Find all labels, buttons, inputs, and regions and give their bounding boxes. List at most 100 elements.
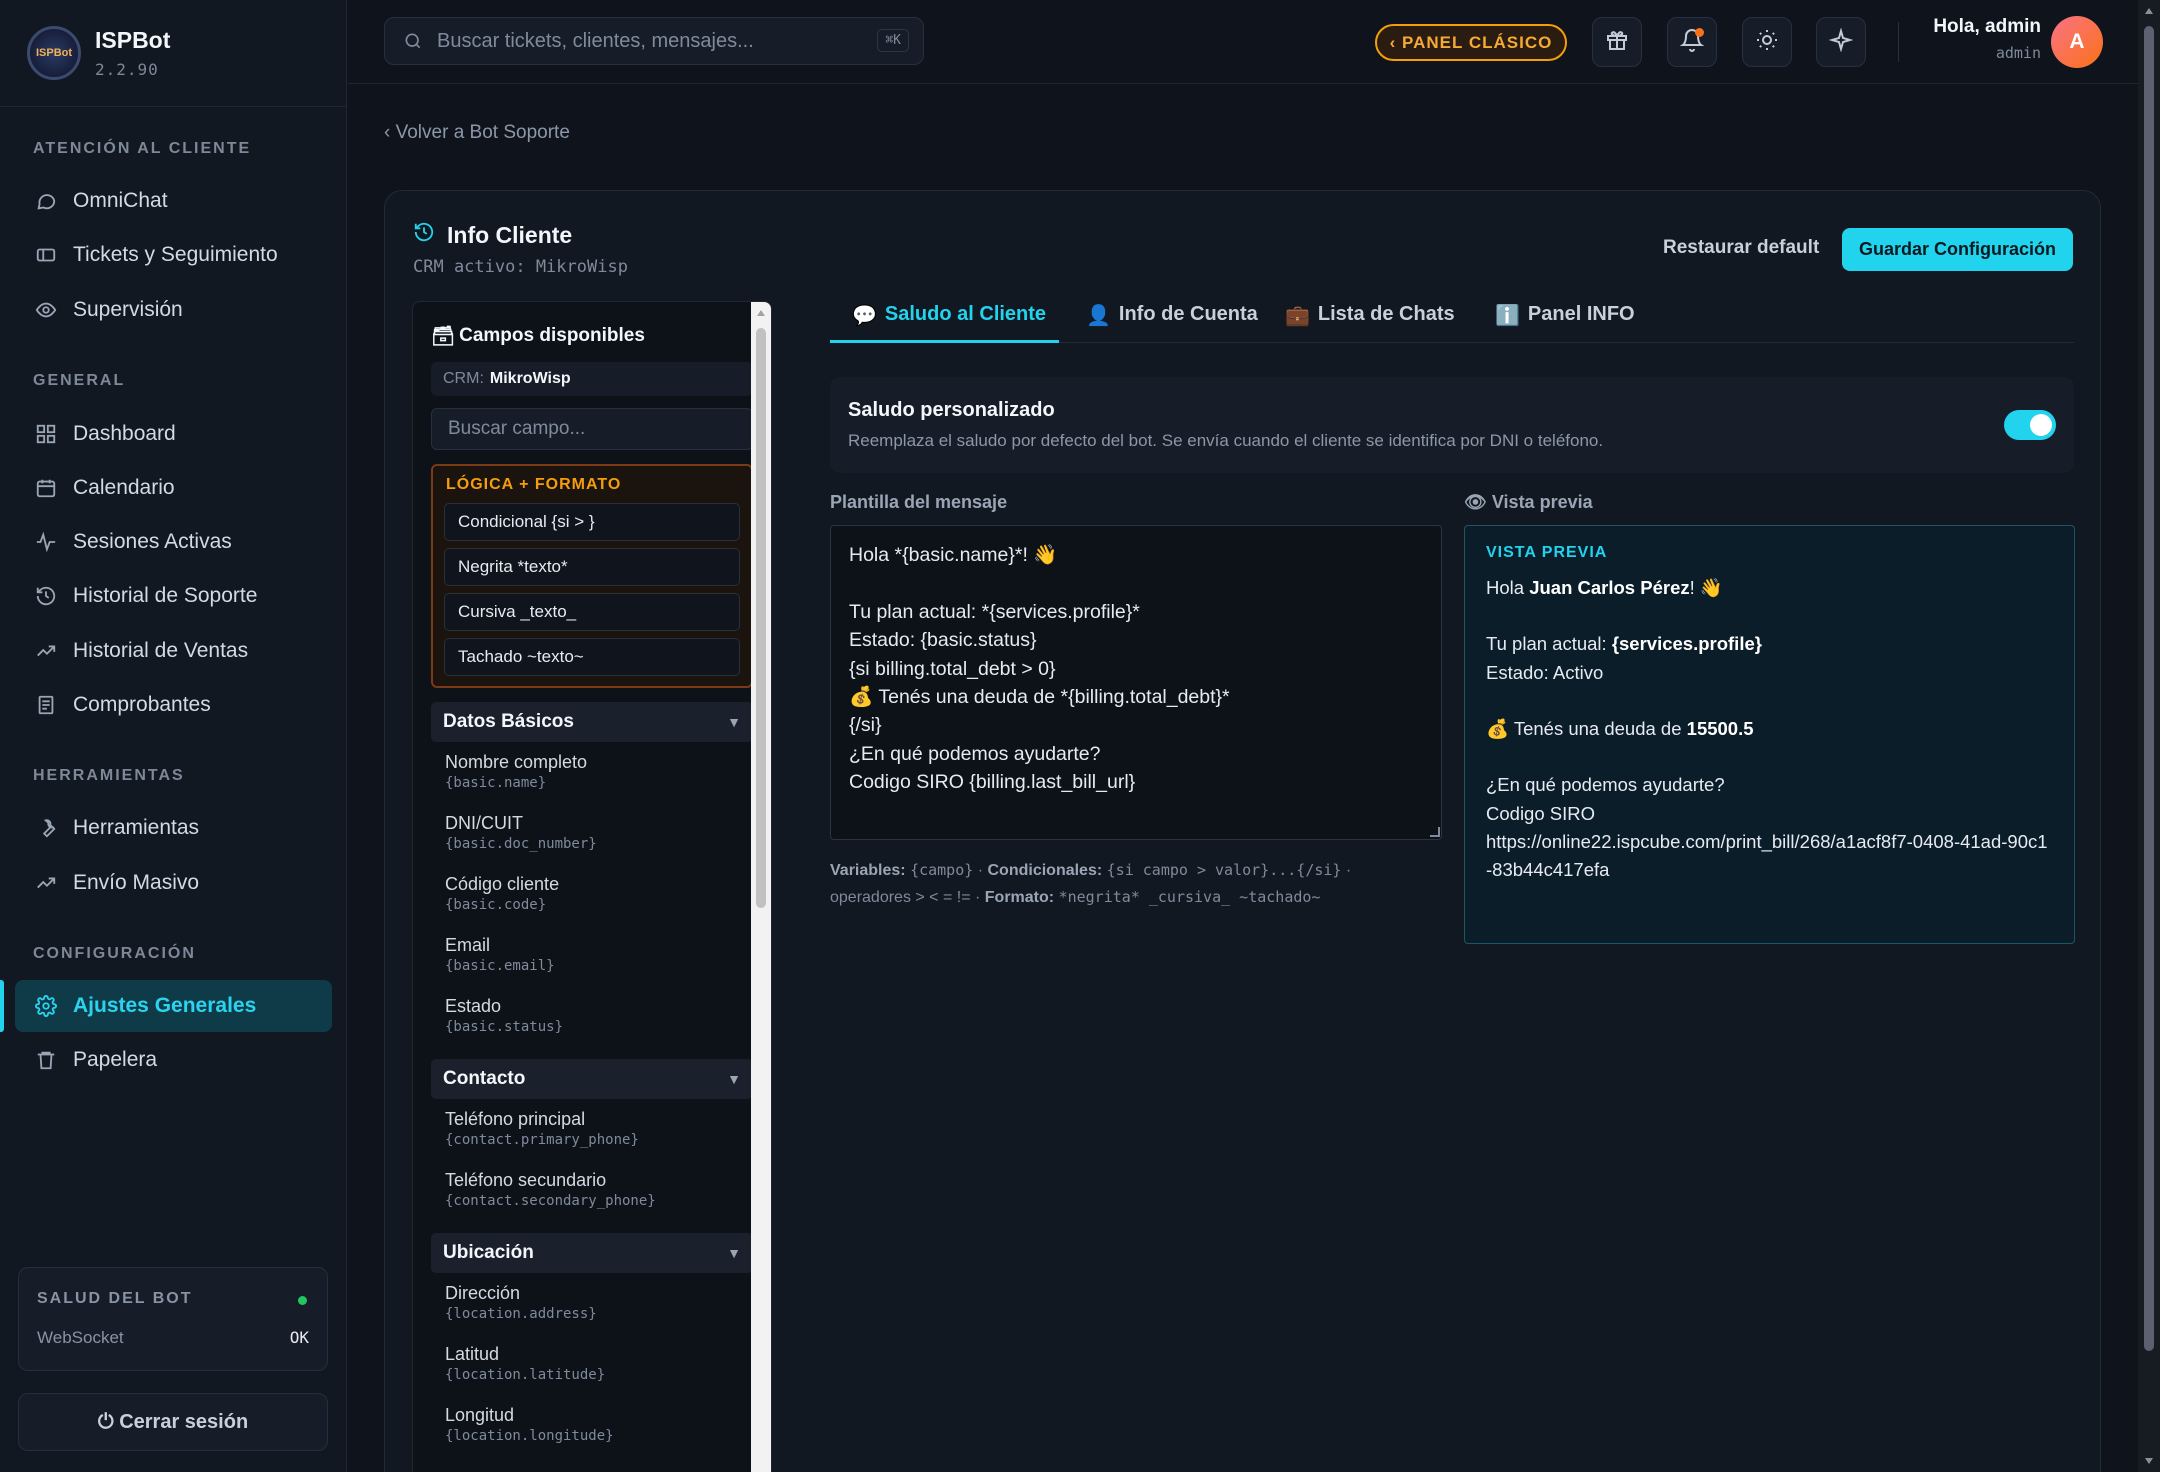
field-item[interactable]: Código cliente {basic.code} — [431, 864, 753, 925]
shortcut-badge: ⌘K — [877, 29, 909, 52]
logic-title: LÓGICA + FORMATO — [446, 476, 622, 493]
sidebar-item-envio-masivo[interactable]: Envío Masivo — [15, 857, 332, 909]
sidebar-item-label: Calendario — [73, 476, 175, 499]
logic-item-bold[interactable]: Negrita *texto* — [444, 548, 740, 586]
sidebar-item-historial-soporte[interactable]: Historial de Soporte — [15, 570, 332, 622]
field-item[interactable]: Latitud {location.latitude} — [431, 1334, 753, 1395]
trash-icon — [33, 1047, 59, 1073]
card-title: Info Cliente — [413, 221, 572, 249]
crm-indicator: CRM: MikroWisp — [431, 362, 753, 396]
field-search-input[interactable]: Buscar campo... — [431, 408, 753, 450]
sidebar-item-omnichat[interactable]: OmniChat — [15, 175, 332, 227]
chevron-down-icon: ▼ — [727, 714, 741, 730]
activity-icon — [33, 529, 59, 555]
greeting-toggle[interactable] — [2004, 410, 2056, 440]
sidebar-item-supervision[interactable]: Supervisión — [15, 284, 332, 336]
sidebar-item-label: Ajustes Generales — [73, 994, 257, 1017]
sidebar-item-label: Comprobantes — [73, 693, 211, 716]
greeting-description: Reemplaza el saludo por defecto del bot.… — [848, 431, 1604, 450]
notifications-button[interactable] — [1667, 17, 1717, 67]
search-placeholder: Buscar tickets, clientes, mensajes... — [437, 29, 754, 52]
sidebar-item-calendario[interactable]: Calendario — [15, 462, 332, 514]
tab-info-cuenta[interactable]: 👤 Info de Cuenta — [1086, 303, 1258, 343]
field-item[interactable]: Email {basic.email} — [431, 925, 753, 986]
sidebar-item-label: Envío Masivo — [73, 871, 200, 894]
template-textarea[interactable]: Hola *{basic.name}*! 👋 Tu plan actual: *… — [830, 525, 1442, 840]
logic-format-box: LÓGICA + FORMATO Condicional {si > } Neg… — [431, 464, 753, 688]
trending-icon — [33, 638, 59, 664]
theme-toggle-button[interactable] — [1742, 17, 1792, 67]
resize-handle[interactable] — [1430, 827, 1440, 837]
panel-clasico-button[interactable]: ‹ PANEL CLÁSICO — [1375, 24, 1567, 61]
scrollbar-thumb[interactable] — [756, 328, 766, 908]
logout-button[interactable]: ⏻ Cerrar sesión — [18, 1393, 328, 1451]
group-datos-basicos[interactable]: Datos Básicos ▼ — [431, 702, 753, 742]
avatar[interactable]: A — [2051, 16, 2103, 68]
window-scrollbar-thumb[interactable] — [2144, 26, 2154, 1351]
tab-lista-chats[interactable]: 💼 Lista de Chats — [1285, 303, 1455, 343]
sidebar-item-tickets[interactable]: Tickets y Seguimiento — [15, 229, 332, 281]
group-ubicacion[interactable]: Ubicación ▼ — [431, 1233, 753, 1273]
logic-item-italic[interactable]: Cursiva _texto_ — [444, 593, 740, 631]
health-label: WebSocket — [37, 1328, 124, 1347]
sidebar-item-label: OmniChat — [73, 189, 168, 212]
preview-title: VISTA PREVIA — [1486, 544, 1608, 561]
brand-name: ISPBot — [95, 27, 171, 53]
fields-panel: 🗃 Campos disponibles CRM: MikroWisp Busca… — [412, 301, 772, 1472]
sidebar-item-herramientas[interactable]: Herramientas — [15, 802, 332, 854]
field-item[interactable]: Teléfono secundario {contact.secondary_ph… — [431, 1160, 753, 1221]
wrench-icon — [33, 815, 59, 841]
search-icon — [403, 31, 423, 51]
restore-default-button[interactable]: Restaurar default — [1663, 237, 1819, 259]
scroll-down-arrow[interactable] — [2145, 1458, 2153, 1464]
health-status-dot — [298, 1296, 307, 1305]
section-title-atencion: ATENCIÓN AL CLIENTE — [33, 140, 252, 157]
section-title-herramientas: HERRAMIENTAS — [33, 767, 185, 784]
receipt-icon — [33, 692, 59, 718]
topbar-divider — [1898, 22, 1899, 62]
fields-title: 🗃 Campos disponibles — [431, 325, 645, 347]
logic-item-strike[interactable]: Tachado ~texto~ — [444, 638, 740, 676]
scroll-up-arrow[interactable] — [757, 310, 765, 316]
save-config-button[interactable]: Guardar Configuración — [1842, 228, 2073, 271]
search-input[interactable]: Buscar tickets, clientes, mensajes... ⌘K — [384, 17, 924, 65]
back-link[interactable]: ‹ Volver a Bot Soporte — [384, 122, 570, 144]
sidebar-item-label: Herramientas — [73, 816, 200, 839]
sidebar-item-dashboard[interactable]: Dashboard — [15, 408, 332, 460]
health-title: SALUD DEL BOT — [37, 1290, 193, 1307]
user-info[interactable]: Hola, admin admin — [1908, 16, 2041, 62]
sidebar-item-label: Tickets y Seguimiento — [73, 243, 278, 266]
group-contacto[interactable]: Contacto ▼ — [431, 1059, 753, 1099]
gear-icon — [33, 993, 59, 1019]
preview-box: VISTA PREVIA Hola Juan Carlos Pérez! 👋 T… — [1464, 525, 2075, 944]
sun-icon — [1755, 28, 1779, 57]
field-item[interactable]: Teléfono principal {contact.primary_phone… — [431, 1099, 753, 1160]
field-item[interactable]: Nombre completo {basic.name} — [431, 742, 753, 803]
logic-item-conditional[interactable]: Condicional {si > } — [444, 503, 740, 541]
calendar-icon — [33, 475, 59, 501]
sidebar-item-sesiones[interactable]: Sesiones Activas — [15, 516, 332, 568]
sidebar-item-label: Dashboard — [73, 422, 176, 445]
ai-assistant-button[interactable] — [1816, 17, 1866, 67]
fields-scrollbar[interactable] — [751, 302, 771, 1472]
window-scrollbar[interactable] — [2138, 0, 2160, 1472]
sidebar-item-comprobantes[interactable]: Comprobantes — [15, 679, 332, 731]
sidebar-item-ajustes-generales[interactable]: Ajustes Generales — [15, 980, 332, 1032]
field-item[interactable]: Estado {basic.status} — [431, 986, 753, 1047]
scroll-up-arrow[interactable] — [2145, 8, 2153, 14]
user-role: admin — [1995, 44, 2041, 62]
tab-panel-info[interactable]: ℹ️ Panel INFO — [1495, 303, 1635, 343]
sidebar-item-label: Sesiones Activas — [73, 530, 232, 553]
preview-body: Hola Juan Carlos Pérez! 👋 Tu plan actual… — [1486, 577, 2048, 881]
field-item[interactable]: DNI/CUIT {basic.doc_number} — [431, 803, 753, 864]
gift-button[interactable] — [1592, 17, 1642, 67]
sidebar-item-historial-ventas[interactable]: Historial de Ventas — [15, 625, 332, 677]
field-item[interactable]: Longitud {location.longitude} — [431, 1395, 753, 1456]
tab-saludo-cliente[interactable]: 💬 Saludo al Cliente — [830, 303, 1059, 343]
sidebar: ISPBot ISPBot 2.2.90 ATENCIÓN AL CLIENTE… — [0, 0, 347, 1472]
history-icon — [33, 583, 59, 609]
sidebar-item-label: Historial de Soporte — [73, 584, 258, 607]
sidebar-item-papelera[interactable]: Papelera — [15, 1034, 332, 1086]
brand[interactable]: ISPBot ISPBot 2.2.90 — [0, 0, 346, 107]
field-item[interactable]: Dirección {location.address} — [431, 1273, 753, 1334]
